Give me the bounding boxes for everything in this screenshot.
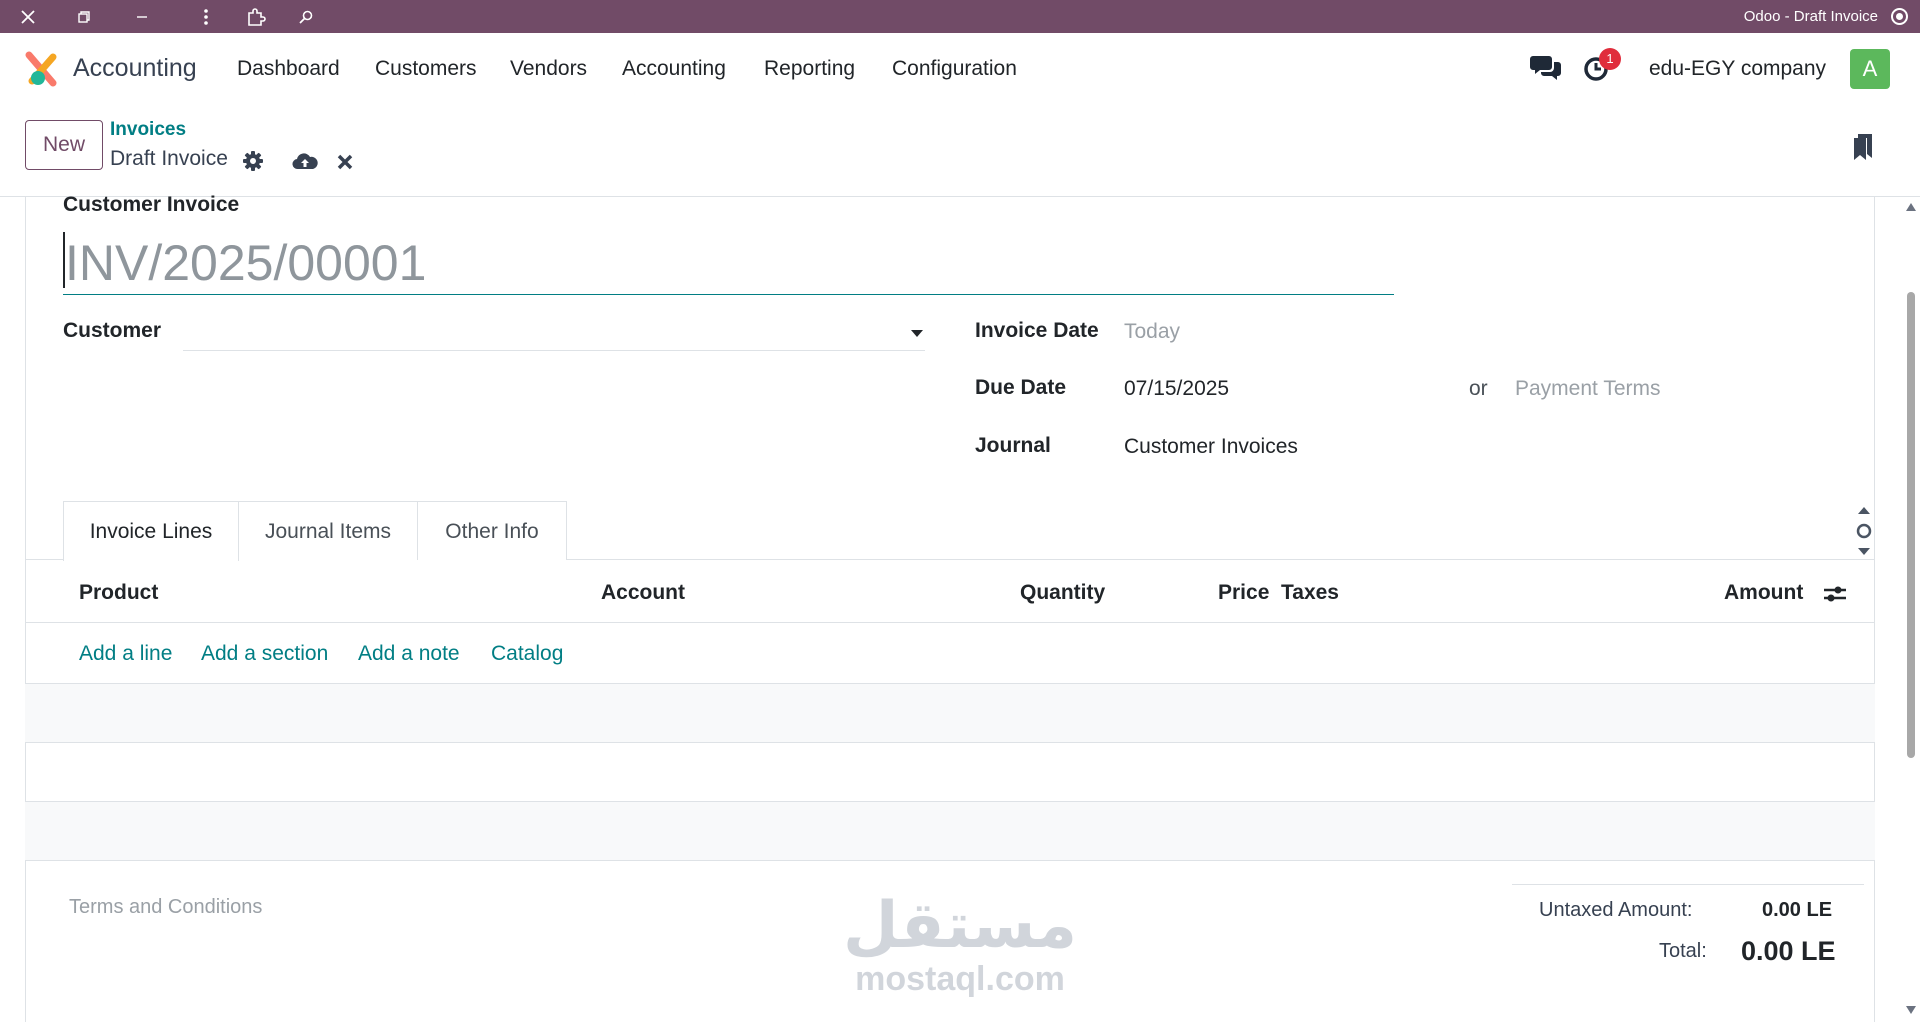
due-date-label: Due Date xyxy=(975,376,1067,399)
column-quantity[interactable]: Quantity xyxy=(1020,581,1105,605)
untaxed-amount-label: Untaxed Amount: xyxy=(1539,899,1693,921)
bookmark-icon[interactable] xyxy=(1852,132,1874,162)
window-title: Odoo - Draft Invoice xyxy=(1743,8,1878,25)
zoom-icon[interactable] xyxy=(286,0,326,33)
app-name[interactable]: Accounting xyxy=(73,54,197,83)
tabs-scroll-control[interactable] xyxy=(1855,505,1873,557)
invoice-date-label: Invoice Date xyxy=(975,319,1099,342)
terms-conditions-field[interactable]: Terms and Conditions xyxy=(69,896,262,919)
add-note-link[interactable]: Add a note xyxy=(358,642,460,666)
watermark-latin: mostaql.com xyxy=(855,960,1065,998)
breadcrumb-invoices-link[interactable]: Invoices xyxy=(110,119,186,141)
add-line-link[interactable]: Add a line xyxy=(79,642,172,666)
odoo-app-logo-icon[interactable] xyxy=(24,51,58,87)
user-avatar[interactable]: A xyxy=(1850,49,1890,89)
payment-terms-field[interactable]: Payment Terms xyxy=(1515,377,1661,401)
menu-customers[interactable]: Customers xyxy=(375,57,477,81)
watermark-arabic: مستقل xyxy=(842,889,1078,961)
due-date-field[interactable]: 07/15/2025 xyxy=(1124,377,1229,401)
empty-row xyxy=(25,684,1875,742)
customer-label: Customer xyxy=(63,319,162,342)
discard-icon[interactable] xyxy=(336,153,354,171)
more-icon[interactable] xyxy=(186,0,226,33)
scroll-up-icon[interactable] xyxy=(1906,203,1916,211)
chevron-down-icon[interactable] xyxy=(911,330,923,338)
company-switcher[interactable]: edu-EGY company xyxy=(1649,57,1826,81)
invoice-number-input[interactable]: INV/2025/00001 xyxy=(63,228,1394,295)
minimize-icon[interactable] xyxy=(122,0,162,33)
control-panel: New Invoices Draft Invoice xyxy=(0,107,1920,197)
scroll-down-icon[interactable] xyxy=(1906,1006,1916,1014)
column-taxes[interactable]: Taxes xyxy=(1281,581,1339,605)
close-icon[interactable] xyxy=(8,0,48,33)
menu-reporting[interactable]: Reporting xyxy=(764,57,855,81)
chat-icon[interactable] xyxy=(1530,53,1562,83)
row-divider xyxy=(25,860,1875,861)
add-section-link[interactable]: Add a section xyxy=(201,642,328,666)
breadcrumb-current: Draft Invoice xyxy=(110,147,228,170)
menu-dashboard[interactable]: Dashboard xyxy=(237,57,340,81)
optional-columns-icon[interactable] xyxy=(1822,582,1848,606)
column-account[interactable]: Account xyxy=(601,581,685,605)
menu-accounting[interactable]: Accounting xyxy=(622,57,726,81)
tab-other-info[interactable]: Other Info xyxy=(417,501,567,560)
journal-label: Journal xyxy=(975,434,1051,457)
tab-invoice-lines[interactable]: Invoice Lines xyxy=(63,501,239,561)
gear-icon[interactable] xyxy=(242,150,264,172)
record-icon[interactable] xyxy=(1891,8,1908,25)
invoice-date-field[interactable]: Today xyxy=(1124,320,1180,344)
activity-badge: 1 xyxy=(1599,48,1621,70)
save-cloud-icon[interactable] xyxy=(292,151,318,173)
window-titlebar: Odoo - Draft Invoice xyxy=(0,0,1920,33)
empty-row xyxy=(25,802,1875,860)
restore-icon[interactable] xyxy=(64,0,104,33)
extension-icon[interactable] xyxy=(236,0,276,33)
menu-vendors[interactable]: Vendors xyxy=(510,57,587,81)
menu-configuration[interactable]: Configuration xyxy=(892,57,1017,81)
main-navbar: Accounting Dashboard Customers Vendors A… xyxy=(0,33,1920,107)
new-button[interactable]: New xyxy=(25,120,103,170)
column-product[interactable]: Product xyxy=(79,581,158,605)
untaxed-amount-value: 0.00 LE xyxy=(1762,899,1833,921)
tab-journal-items[interactable]: Journal Items xyxy=(238,501,418,560)
scrollbar-thumb[interactable] xyxy=(1907,292,1915,758)
column-amount[interactable]: Amount xyxy=(1724,581,1803,605)
totals-divider xyxy=(1512,884,1864,885)
total-value: 0.00 LE xyxy=(1741,936,1836,966)
header-divider xyxy=(25,622,1875,623)
column-price[interactable]: Price xyxy=(1218,581,1269,605)
or-label: or xyxy=(1469,377,1488,400)
row-divider xyxy=(25,742,1875,743)
form-section-title: Customer Invoice xyxy=(63,193,240,216)
customer-field[interactable] xyxy=(183,318,925,351)
invoice-number-placeholder: INV/2025/00001 xyxy=(65,235,427,291)
journal-field[interactable]: Customer Invoices xyxy=(1124,435,1298,459)
total-label: Total: xyxy=(1659,940,1707,962)
vertical-scrollbar[interactable] xyxy=(1902,197,1920,1022)
catalog-link[interactable]: Catalog xyxy=(491,642,563,666)
